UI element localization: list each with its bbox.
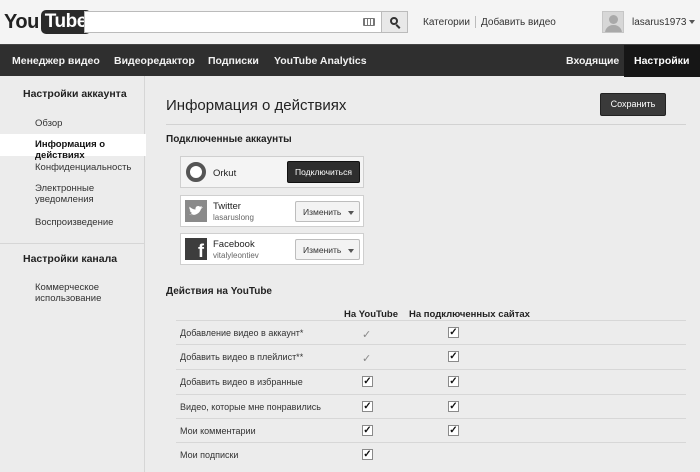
- nav-settings-label: Настройки: [634, 55, 690, 67]
- table-row: Добавить видео в плейлист** ✓ ✓: [176, 344, 686, 368]
- orkut-icon: [185, 161, 207, 183]
- column-header-youtube: На YouTube: [344, 309, 399, 320]
- table-row: Мои комментарии ✓ ✓: [176, 418, 686, 442]
- logo-you-text: You: [4, 10, 39, 33]
- nav-settings[interactable]: Настройки: [624, 45, 700, 77]
- sidebar-item-commercial-line2[interactable]: использование: [35, 293, 101, 304]
- row-label: Добавление видео в аккаунт*: [180, 328, 304, 338]
- row-label: Мои подписки: [180, 450, 239, 460]
- search-input[interactable]: [84, 11, 382, 33]
- account-name: Twitter: [213, 201, 241, 212]
- change-button-label: Изменить: [303, 245, 342, 255]
- table-row: Мои подписки ✓: [176, 442, 686, 466]
- table-row: Добавить видео в избранные ✓ ✓: [176, 369, 686, 393]
- title-divider: [166, 124, 686, 125]
- row-label: Добавить видео в избранные: [180, 377, 303, 387]
- connect-button[interactable]: Подключиться: [287, 161, 360, 183]
- sidebar-item-email-line1[interactable]: Электронные: [35, 183, 94, 194]
- categories-link[interactable]: Категории: [423, 17, 470, 28]
- username[interactable]: lasarus1973: [632, 17, 686, 28]
- table-row: Добавление видео в аккаунт* ✓ ✓: [176, 320, 686, 344]
- sidebar-heading-channel: Настройки канала: [23, 253, 118, 265]
- row-label: Мои комментарии: [180, 426, 256, 436]
- nav-inbox[interactable]: Входящие: [566, 55, 619, 67]
- change-button-label: Изменить: [303, 207, 342, 217]
- youtube-logo[interactable]: You Tube: [4, 9, 91, 35]
- account-card-orkut: Orkut Подключиться: [180, 156, 364, 188]
- page-title: Информация о действиях: [166, 97, 347, 114]
- facebook-icon: f: [185, 238, 207, 260]
- sidebar-item-label: Информация о действиях: [35, 139, 106, 161]
- change-button[interactable]: Изменить: [295, 239, 360, 260]
- checkbox-sites[interactable]: ✓: [448, 376, 459, 387]
- table-row: Видео, которые мне понравились ✓ ✓: [176, 394, 686, 418]
- column-header-sites: На подключенных сайтах: [409, 309, 530, 320]
- check-icon: ✓: [362, 353, 372, 365]
- sidebar-item-privacy[interactable]: Конфиденциальность: [35, 162, 131, 173]
- upload-link[interactable]: Добавить видео: [481, 17, 556, 28]
- top-header: You Tube Категории Добавить видео lasaru…: [0, 0, 700, 44]
- chevron-down-icon[interactable]: [689, 20, 695, 24]
- checkbox-sites[interactable]: ✓: [448, 327, 459, 338]
- connected-accounts-heading: Подключенные аккаунты: [166, 134, 292, 145]
- sidebar-heading-account: Настройки аккаунта: [23, 88, 127, 100]
- checkbox-youtube[interactable]: ✓: [362, 376, 373, 387]
- nav-video-editor[interactable]: Видеоредактор: [114, 55, 195, 67]
- checkbox-sites[interactable]: ✓: [448, 351, 459, 362]
- checkbox-sites[interactable]: ✓: [448, 401, 459, 412]
- row-label: Добавить видео в плейлист**: [180, 352, 304, 362]
- main-nav: Менеджер видео Видеоредактор Подписки Yo…: [0, 44, 700, 77]
- chevron-down-icon: [348, 211, 354, 215]
- check-icon: ✓: [362, 329, 372, 341]
- avatar[interactable]: [602, 11, 624, 33]
- nav-analytics[interactable]: YouTube Analytics: [274, 55, 367, 67]
- nav-video-manager[interactable]: Менеджер видео: [12, 55, 100, 67]
- account-handle: vitalyleontiev: [213, 251, 259, 260]
- keyboard-icon[interactable]: [363, 18, 375, 26]
- save-button[interactable]: Сохранить: [600, 93, 666, 116]
- twitter-icon: [185, 200, 207, 222]
- account-card-facebook: f Facebook vitalyleontiev Изменить: [180, 233, 364, 265]
- row-label: Видео, которые мне понравились: [180, 402, 321, 412]
- chevron-down-icon: [348, 249, 354, 253]
- account-name: Facebook: [213, 239, 255, 250]
- account-handle: lasaruslong: [213, 213, 254, 222]
- account-name: Orkut: [213, 168, 237, 179]
- checkbox-youtube[interactable]: ✓: [362, 401, 373, 412]
- search-icon-handle: [395, 24, 401, 29]
- avatar-head: [609, 15, 618, 24]
- account-card-twitter: Twitter lasaruslong Изменить: [180, 195, 364, 227]
- sidebar-item-activity[interactable]: Информация о действиях: [0, 134, 146, 161]
- sidebar-item-overview[interactable]: Обзор: [35, 118, 62, 129]
- nav-subscriptions[interactable]: Подписки: [208, 55, 259, 67]
- settings-sidebar: Настройки аккаунта Обзор Информация о де…: [0, 76, 146, 472]
- change-button[interactable]: Изменить: [295, 201, 360, 222]
- checkbox-youtube[interactable]: ✓: [362, 449, 373, 460]
- actions-heading: Действия на YouTube: [166, 286, 272, 297]
- sidebar-item-playback[interactable]: Воспроизведение: [35, 217, 113, 228]
- search-button[interactable]: [382, 11, 408, 33]
- header-divider: [475, 16, 476, 28]
- sidebar-item-email-line2[interactable]: уведомления: [35, 194, 94, 205]
- checkbox-sites[interactable]: ✓: [448, 425, 459, 436]
- sidebar-item-commercial-line1[interactable]: Коммерческое: [35, 282, 99, 293]
- sidebar-divider: [0, 243, 145, 244]
- checkbox-youtube[interactable]: ✓: [362, 425, 373, 436]
- avatar-body: [605, 25, 622, 32]
